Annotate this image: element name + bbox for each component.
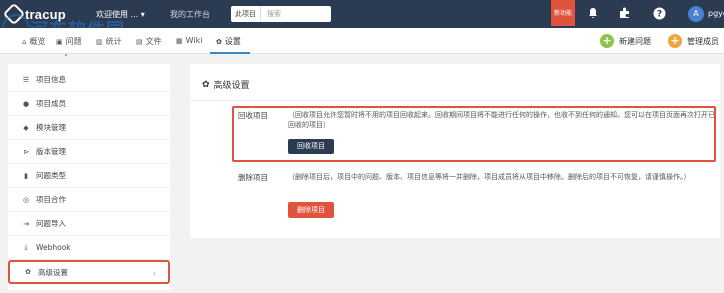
manage-members-button[interactable]: + 管理成员 (668, 34, 719, 48)
cooperation-icon: ◎ (22, 195, 30, 204)
advanced-settings-panel: ✿ 高级设置 回收项目 （回收项目允许您暂时将不用的项目回收起来。回收期间项目将… (190, 64, 720, 238)
avatar[interactable]: A (688, 6, 704, 22)
archive-description: （回收项目允许您暂时将不用的项目回收起来。回收期间项目将不能进行任何的操作，也收… (288, 111, 715, 129)
tab-wiki[interactable]: ▦ Wiki (176, 36, 202, 45)
tab-label: 问题 (65, 37, 82, 46)
archive-label: 回收项目 (238, 111, 268, 120)
help-icon[interactable]: ? (652, 7, 666, 21)
delete-description: （删除项目后，项目中的问题、版本、项目信息等将一并删除，项目成员将从项目中移除。… (288, 173, 691, 181)
sidebar-item-members[interactable]: ● 项目成员 (8, 92, 170, 116)
issue-icon: ▣ (56, 37, 63, 46)
download-icon: ⤓ (24, 243, 28, 251)
app-logo[interactable]: tracup (2, 2, 76, 26)
tab-label: 文件 (145, 37, 162, 46)
gear-icon: ✿ (202, 79, 210, 90)
bell-icon[interactable] (586, 7, 600, 21)
archive-project-button[interactable]: 回收项目 (288, 139, 334, 154)
new-feature-badge[interactable]: 新功能 (551, 0, 575, 26)
divider (190, 100, 720, 101)
sidebar-item-versions[interactable]: ⊳ 版本管理 (8, 140, 170, 164)
list-icon: ☰ (22, 75, 30, 84)
import-icon: ⇥ (23, 219, 29, 228)
search-input[interactable]: 搜索 (261, 9, 281, 19)
sidebar-item-label: 项目成员 (36, 99, 66, 108)
sidebar-item-webhook[interactable]: ⤓ Webhook (8, 236, 170, 260)
tab-label: 概览 (29, 37, 46, 46)
sidebar-item-label: Webhook (36, 243, 71, 252)
delete-label: 删除项目 (238, 173, 268, 182)
delete-project-button[interactable]: 删除项目 (288, 202, 334, 218)
wiki-icon: ▦ (176, 36, 183, 45)
search-box[interactable]: 此项目 搜索 (231, 6, 331, 22)
welcome-menu[interactable]: 欢迎使用 ... ▾ (96, 9, 145, 20)
tab-settings[interactable]: ✿ 设置 (216, 36, 241, 47)
home-icon: ⌂ (22, 37, 27, 46)
sidebar-item-label: 项目信息 (36, 75, 66, 84)
version-icon: ⊳ (23, 147, 29, 156)
sidebar-item-cooperation[interactable]: ◎ 项目合作 (8, 188, 170, 212)
sidebar-item-label: 问题类型 (36, 171, 66, 180)
logo-text: tracup (25, 6, 66, 22)
sidebar-item-project-info[interactable]: ☰ 项目信息 (8, 68, 170, 92)
tab-stats[interactable]: ▥ 统计 (96, 36, 122, 47)
tab-label: 统计 (105, 37, 122, 46)
chevron-right-icon: › (152, 269, 156, 278)
user-icon: ● (22, 99, 30, 108)
tab-overview[interactable]: ⌂ 概览 (22, 36, 45, 47)
top-bar: tracup 欢迎使用 ... ▾ 我的工作台 此项目 搜索 新功能 ? A p… (0, 0, 724, 28)
new-issue-label: 新建问题 (619, 36, 651, 46)
svg-text:?: ? (656, 10, 661, 20)
gear-icon: ✿ (216, 37, 222, 46)
sidebar-item-label: 模块管理 (36, 123, 66, 132)
active-tab-indicator (210, 52, 250, 54)
sidebar-item-modules[interactable]: ◆ 模块管理 (8, 116, 170, 140)
sidebar-item-label: 问题导入 (36, 219, 66, 228)
sidebar-item-advanced[interactable]: ✿ 高级设置 › (8, 260, 170, 284)
page-title-text: 高级设置 (213, 81, 250, 91)
tab-label: 设置 (224, 37, 241, 46)
sidebar-item-import[interactable]: ⇥ 问题导入 (8, 212, 170, 236)
gear-icon: ✿ (25, 268, 31, 276)
tab-files[interactable]: ▤ 文件 (136, 36, 162, 47)
bookmark-icon: ▮ (24, 171, 28, 180)
sidebar-item-issue-types[interactable]: ▮ 问题类型 (8, 164, 170, 188)
chart-icon: ▥ (96, 37, 103, 46)
sidebar-item-label: 高级设置 (38, 267, 68, 277)
manage-members-label: 管理成员 (687, 36, 719, 46)
plus-icon: + (600, 34, 614, 48)
new-issue-button[interactable]: + 新建问题 (600, 34, 651, 48)
plus-icon: + (668, 34, 682, 48)
settings-sidebar: ☰ 项目信息 ● 项目成员 ◆ 模块管理 ⊳ 版本管理 ▮ 问题类型 ◎ 项目合… (8, 64, 170, 290)
search-scope[interactable]: 此项目 (231, 6, 261, 22)
project-nav: ⌂ 概览 ▣ 问题 ▥ 统计 ▤ 文件 ▦ Wiki ✿ 设置 + 新建问题 +… (0, 28, 724, 54)
sidebar-item-label: 项目合作 (36, 195, 66, 204)
logo-mark-icon (2, 2, 26, 26)
puzzle-icon[interactable] (618, 7, 632, 21)
workspace-link[interactable]: 我的工作台 (170, 9, 210, 20)
sidebar-item-label: 版本管理 (36, 147, 66, 156)
user-name[interactable]: pgye (708, 9, 724, 18)
tab-issues[interactable]: ▣ 问题 (56, 36, 82, 47)
tab-label: Wiki (185, 36, 203, 45)
module-icon: ◆ (23, 123, 29, 132)
file-icon: ▤ (136, 37, 143, 46)
page-title: ✿ 高级设置 (202, 78, 250, 92)
